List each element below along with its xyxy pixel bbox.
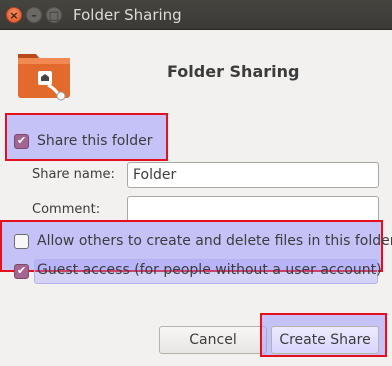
create-share-button[interactable]: Create Share: [271, 326, 379, 354]
cancel-button[interactable]: Cancel: [159, 326, 267, 354]
share-name-label: Share name:: [32, 167, 115, 182]
folder-sharing-dialog: × – □ Folder Sharing Folder Sharing Shar…: [0, 0, 392, 366]
folder-share-icon: [14, 44, 76, 104]
guest-access-checkbox[interactable]: [14, 264, 29, 279]
allow-others-label: Allow others to create and delete files …: [37, 233, 392, 249]
window-title: Folder Sharing: [73, 6, 182, 24]
maximize-window-button[interactable]: □: [46, 7, 62, 23]
share-folder-checkbox[interactable]: [14, 134, 29, 149]
minimize-window-button[interactable]: –: [26, 7, 42, 23]
title-bar: × – □ Folder Sharing: [0, 0, 392, 30]
share-folder-label: Share this folder: [37, 133, 153, 149]
close-window-button[interactable]: ×: [6, 7, 22, 23]
page-title: Folder Sharing: [167, 62, 300, 81]
allow-others-checkbox[interactable]: [14, 234, 29, 249]
comment-label: Comment:: [32, 202, 101, 217]
comment-field[interactable]: [127, 196, 379, 222]
guest-access-label: Guest access (for people without a user …: [37, 262, 382, 278]
share-name-field[interactable]: Folder: [127, 162, 379, 188]
